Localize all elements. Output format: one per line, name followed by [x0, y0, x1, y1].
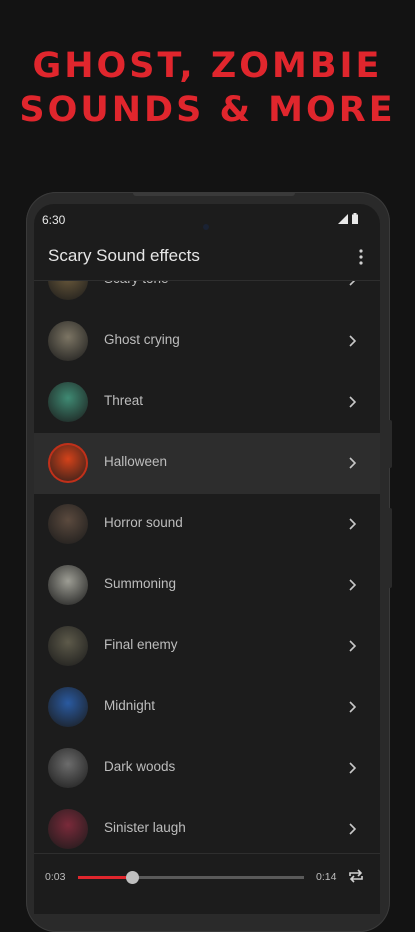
promo-line-1: GHOST, ZOMBIE [32, 46, 383, 86]
phone-screen: 6:30 Scary Sound effects Scary tone Ghost… [34, 204, 380, 914]
sound-label: Sinister laugh [104, 820, 186, 835]
promo-headline: GHOST, ZOMBIE SOUNDS & MORE [0, 44, 415, 132]
phone-side-button-2 [388, 508, 392, 588]
sound-list[interactable]: Scary tone Ghost crying Threat Halloween Hor… [34, 281, 380, 853]
sound-label: Final enemy [104, 637, 178, 652]
phone-side-button [388, 420, 392, 468]
sound-list-items: Scary tone Ghost crying Threat Halloween Hor… [34, 281, 380, 853]
app-title: Scary Sound effects [48, 246, 200, 265]
chevron-right-icon [349, 335, 356, 347]
signal-icon [338, 213, 348, 224]
status-time: 6:30 [42, 213, 66, 227]
sound-row[interactable]: Scary tone [34, 281, 380, 311]
status-icons [338, 213, 358, 224]
sound-thumbnail [48, 281, 88, 300]
sound-row[interactable]: Final enemy [34, 616, 380, 677]
audio-player: 0:03 0:14 [34, 853, 380, 902]
chevron-right-icon [349, 701, 356, 713]
seek-bar-thumb[interactable] [126, 871, 140, 884]
sound-thumbnail [48, 382, 88, 422]
sound-thumbnail [48, 504, 88, 544]
sound-row[interactable]: Ghost crying [34, 311, 380, 372]
sound-label: Ghost crying [104, 332, 180, 347]
repeat-icon[interactable] [347, 867, 365, 885]
sound-row[interactable]: Threat [34, 372, 380, 433]
status-bar: 6:30 [34, 204, 380, 234]
sound-thumbnail [48, 565, 88, 605]
seek-bar[interactable] [78, 871, 304, 884]
sound-row[interactable]: Midnight [34, 677, 380, 738]
current-time: 0:03 [45, 871, 66, 883]
promo-line-2: SOUNDS & MORE [19, 90, 396, 130]
sound-thumbnail [48, 687, 88, 727]
chevron-right-icon [349, 823, 356, 835]
sound-thumbnail [48, 321, 88, 361]
sound-thumbnail [48, 626, 88, 666]
more-vert-icon[interactable] [356, 248, 366, 266]
chevron-right-icon [349, 518, 356, 530]
sound-thumbnail [48, 809, 88, 849]
sound-row[interactable]: Sinister laugh [34, 799, 380, 853]
seek-bar-progress [78, 876, 133, 879]
sound-label: Threat [104, 393, 144, 408]
battery-icon [352, 213, 358, 224]
chevron-right-icon [349, 640, 356, 652]
sound-label: Midnight [104, 698, 156, 713]
phone-speaker [133, 192, 295, 196]
chevron-right-icon [349, 579, 356, 591]
sound-label: Horror sound [104, 515, 183, 530]
sound-row[interactable]: Halloween [34, 433, 380, 494]
sound-thumbnail [48, 443, 88, 483]
sound-label: Summoning [104, 576, 177, 591]
chevron-right-icon [349, 762, 356, 774]
sound-row[interactable]: Horror sound [34, 494, 380, 555]
sound-row[interactable]: Dark woods [34, 738, 380, 799]
sound-thumbnail [48, 748, 88, 788]
total-time: 0:14 [316, 871, 337, 883]
sound-label: Halloween [104, 454, 168, 469]
front-camera [203, 224, 209, 230]
chevron-right-icon [349, 281, 356, 286]
sound-label: Scary tone [104, 281, 169, 286]
app-bar: Scary Sound effects [34, 234, 380, 281]
sound-row[interactable]: Summoning [34, 555, 380, 616]
sound-label: Dark woods [104, 759, 176, 774]
chevron-right-icon [349, 457, 356, 469]
chevron-right-icon [349, 396, 356, 408]
